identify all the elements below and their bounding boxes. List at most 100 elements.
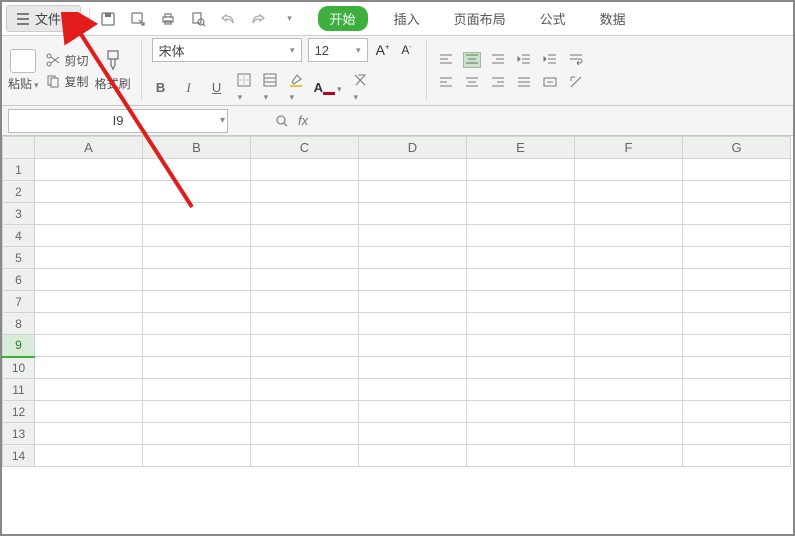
cell[interactable] — [251, 313, 359, 335]
cell[interactable] — [251, 269, 359, 291]
row-header[interactable]: 8 — [3, 313, 35, 335]
font-size-select[interactable]: 12 ▾ — [308, 38, 368, 62]
cell[interactable] — [359, 335, 467, 357]
cell[interactable] — [251, 181, 359, 203]
select-all-corner[interactable] — [3, 137, 35, 159]
cell[interactable] — [683, 401, 791, 423]
cell[interactable] — [683, 357, 791, 379]
increase-font-icon[interactable]: A+ — [374, 42, 392, 58]
cell[interactable] — [575, 423, 683, 445]
cell[interactable] — [683, 335, 791, 357]
cell[interactable] — [35, 379, 143, 401]
spreadsheet-grid[interactable]: ABCDEFG1234567891011121314 — [2, 136, 793, 534]
cell[interactable] — [359, 313, 467, 335]
cell[interactable] — [575, 445, 683, 467]
cell[interactable] — [35, 269, 143, 291]
cell[interactable] — [251, 203, 359, 225]
column-header[interactable]: D — [359, 137, 467, 159]
tab-formula[interactable]: 公式 — [532, 6, 574, 31]
cell[interactable] — [35, 445, 143, 467]
print-preview-icon[interactable] — [188, 9, 208, 29]
align-top-left-icon[interactable] — [437, 52, 455, 68]
column-header[interactable]: B — [143, 137, 251, 159]
cell[interactable] — [143, 203, 251, 225]
cell[interactable] — [143, 335, 251, 357]
cell[interactable] — [143, 159, 251, 181]
cell[interactable] — [143, 291, 251, 313]
cell[interactable] — [683, 225, 791, 247]
cell[interactable] — [683, 291, 791, 313]
save-icon[interactable] — [98, 9, 118, 29]
cell[interactable] — [359, 247, 467, 269]
row-header[interactable]: 4 — [3, 225, 35, 247]
cell[interactable] — [575, 357, 683, 379]
cell[interactable] — [359, 181, 467, 203]
font-name-select[interactable]: 宋体 ▾ — [152, 38, 302, 62]
cell[interactable] — [251, 159, 359, 181]
cell[interactable] — [35, 225, 143, 247]
cell[interactable] — [359, 379, 467, 401]
row-header[interactable]: 11 — [3, 379, 35, 401]
cell[interactable] — [35, 313, 143, 335]
cell[interactable] — [35, 291, 143, 313]
align-center-icon[interactable] — [463, 74, 481, 90]
cell[interactable] — [683, 313, 791, 335]
formula-input[interactable] — [316, 109, 493, 133]
row-header[interactable]: 7 — [3, 291, 35, 313]
indent-decrease-icon[interactable] — [515, 52, 533, 68]
cell[interactable] — [467, 335, 575, 357]
cell[interactable] — [575, 401, 683, 423]
cell[interactable] — [251, 225, 359, 247]
decrease-font-icon[interactable]: A- — [398, 43, 416, 57]
cell[interactable] — [575, 181, 683, 203]
cell[interactable] — [359, 269, 467, 291]
paste-button[interactable]: 粘贴▾ — [8, 49, 39, 92]
cell[interactable] — [575, 291, 683, 313]
cell[interactable] — [575, 313, 683, 335]
cell[interactable] — [467, 357, 575, 379]
cell[interactable] — [35, 181, 143, 203]
cell[interactable] — [467, 269, 575, 291]
redo-icon[interactable] — [248, 9, 268, 29]
cell[interactable] — [143, 225, 251, 247]
cell[interactable] — [575, 379, 683, 401]
orientation-icon[interactable] — [567, 74, 585, 90]
merge-cells-icon[interactable] — [541, 74, 559, 90]
cell[interactable] — [467, 181, 575, 203]
file-menu-button[interactable]: 文件 ▾ — [6, 5, 81, 32]
cell[interactable] — [143, 313, 251, 335]
cell[interactable] — [143, 379, 251, 401]
fx-label[interactable]: fx — [298, 113, 308, 128]
cell[interactable] — [251, 423, 359, 445]
cell[interactable] — [467, 379, 575, 401]
cell[interactable] — [683, 181, 791, 203]
name-box[interactable]: I9 ▾ — [8, 109, 228, 133]
cell[interactable] — [143, 181, 251, 203]
expand-icon[interactable] — [274, 113, 290, 129]
cell[interactable] — [683, 159, 791, 181]
align-right-icon[interactable] — [489, 74, 507, 90]
cell[interactable] — [143, 423, 251, 445]
row-header[interactable]: 5 — [3, 247, 35, 269]
cell[interactable] — [35, 401, 143, 423]
cell[interactable] — [359, 357, 467, 379]
copy-button[interactable]: 复制 — [45, 73, 89, 90]
cut-button[interactable]: 剪切 — [45, 52, 89, 69]
cell[interactable] — [143, 269, 251, 291]
cell[interactable] — [251, 291, 359, 313]
align-justify-icon[interactable] — [515, 74, 533, 90]
cell[interactable] — [35, 247, 143, 269]
undo-icon[interactable] — [218, 9, 238, 29]
cell[interactable] — [683, 423, 791, 445]
row-header[interactable]: 3 — [3, 203, 35, 225]
cell[interactable] — [251, 357, 359, 379]
cell[interactable] — [359, 401, 467, 423]
cell[interactable] — [359, 423, 467, 445]
row-header[interactable]: 10 — [3, 357, 35, 379]
cell[interactable] — [575, 247, 683, 269]
indent-increase-icon[interactable] — [541, 52, 559, 68]
italic-button[interactable]: I — [180, 80, 198, 96]
tab-layout[interactable]: 页面布局 — [446, 6, 514, 31]
align-left-icon[interactable] — [437, 74, 455, 90]
cell[interactable] — [359, 445, 467, 467]
